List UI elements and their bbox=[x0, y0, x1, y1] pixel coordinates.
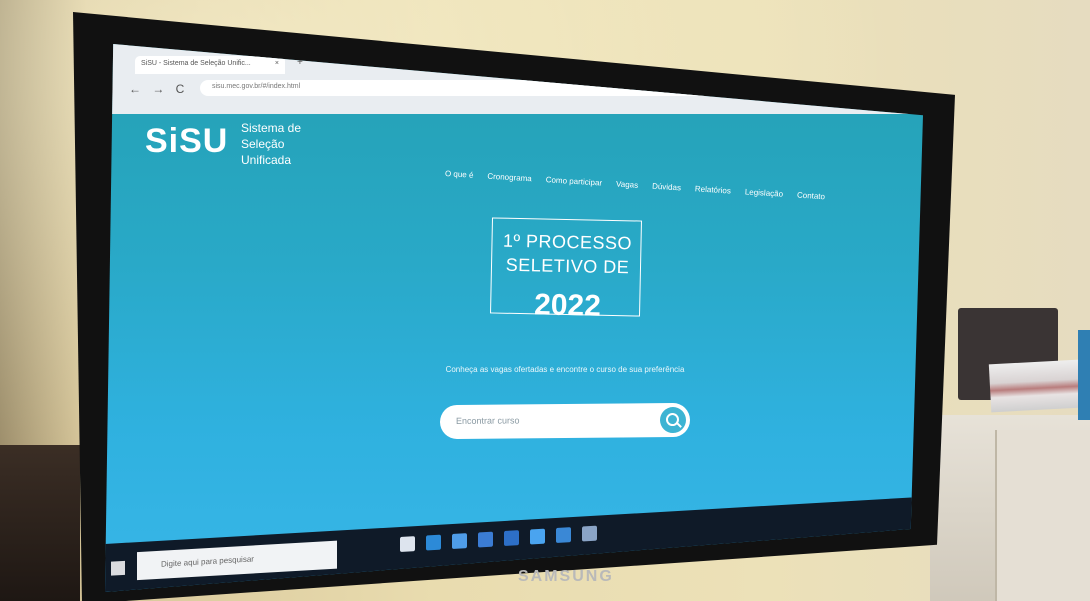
menu-item-como-participar[interactable]: Como participar bbox=[545, 175, 602, 187]
photo-background: SAMSUNG SiSU - Sistema de Seleção Unific… bbox=[0, 0, 1090, 601]
task-view-icon[interactable] bbox=[400, 536, 415, 552]
menu-item-duvidas[interactable]: Dúvidas bbox=[652, 182, 681, 193]
store-icon[interactable] bbox=[478, 531, 493, 548]
hero-line-1: 1º PROCESSO bbox=[502, 230, 633, 254]
search-icon[interactable] bbox=[659, 406, 687, 434]
menu-item-contato[interactable]: Contato bbox=[797, 191, 826, 202]
logo-subtitle-line: Unificada bbox=[241, 153, 292, 167]
tab-title: SiSU - Sistema de Seleção Unific... bbox=[141, 60, 251, 67]
chrome-icon[interactable] bbox=[530, 528, 545, 545]
menu-item-vagas[interactable]: Vagas bbox=[616, 179, 639, 189]
search-input[interactable]: Encontrar curso bbox=[456, 415, 520, 426]
cabinet bbox=[995, 430, 1090, 601]
windows-start-icon[interactable] bbox=[111, 560, 125, 576]
mail-icon[interactable] bbox=[504, 530, 519, 546]
edge-icon[interactable] bbox=[426, 534, 441, 551]
blue-binder bbox=[1078, 330, 1090, 420]
course-search[interactable]: Encontrar curso bbox=[439, 402, 691, 440]
hero-description: Conheça as vagas ofertadas e encontre o … bbox=[445, 365, 685, 374]
sisu-logo[interactable]: SiSU bbox=[145, 122, 228, 161]
app-icon[interactable] bbox=[556, 527, 571, 543]
app-icon[interactable] bbox=[582, 525, 597, 542]
browser-nav-buttons[interactable]: ← → C bbox=[129, 82, 188, 96]
menu-item-cronograma[interactable]: Cronograma bbox=[487, 172, 532, 184]
monitor-brand: SAMSUNG bbox=[518, 568, 614, 585]
close-icon[interactable]: × bbox=[275, 60, 279, 67]
menu-item-o-que-e[interactable]: O que é bbox=[445, 169, 474, 180]
menu-item-legislacao[interactable]: Legislação bbox=[745, 187, 784, 198]
monitor-screen: SiSU - Sistema de Seleção Unific... × + … bbox=[105, 44, 923, 592]
browser-tab[interactable]: SiSU - Sistema de Seleção Unific... × bbox=[135, 56, 285, 74]
top-menu: O que é Cronograma Como participar Vagas… bbox=[445, 169, 826, 201]
explorer-icon[interactable] bbox=[452, 533, 467, 549]
desk-left bbox=[0, 445, 80, 601]
logo-subtitle-line: Sistema de bbox=[241, 121, 302, 135]
taskbar-search-input[interactable]: Digite aqui para pesquisar bbox=[137, 540, 337, 581]
taskbar-apps bbox=[400, 525, 597, 552]
logo-subtitle-line: Seleção bbox=[241, 137, 285, 151]
menu-item-relatorios[interactable]: Relatórios bbox=[695, 184, 731, 195]
hero-line-2: SELETIVO DE bbox=[505, 254, 630, 278]
logo-subtitle: Sistema de Seleção Unificada bbox=[241, 120, 301, 168]
hero-year: 2022 bbox=[533, 288, 602, 323]
paper-stack bbox=[988, 359, 1082, 413]
